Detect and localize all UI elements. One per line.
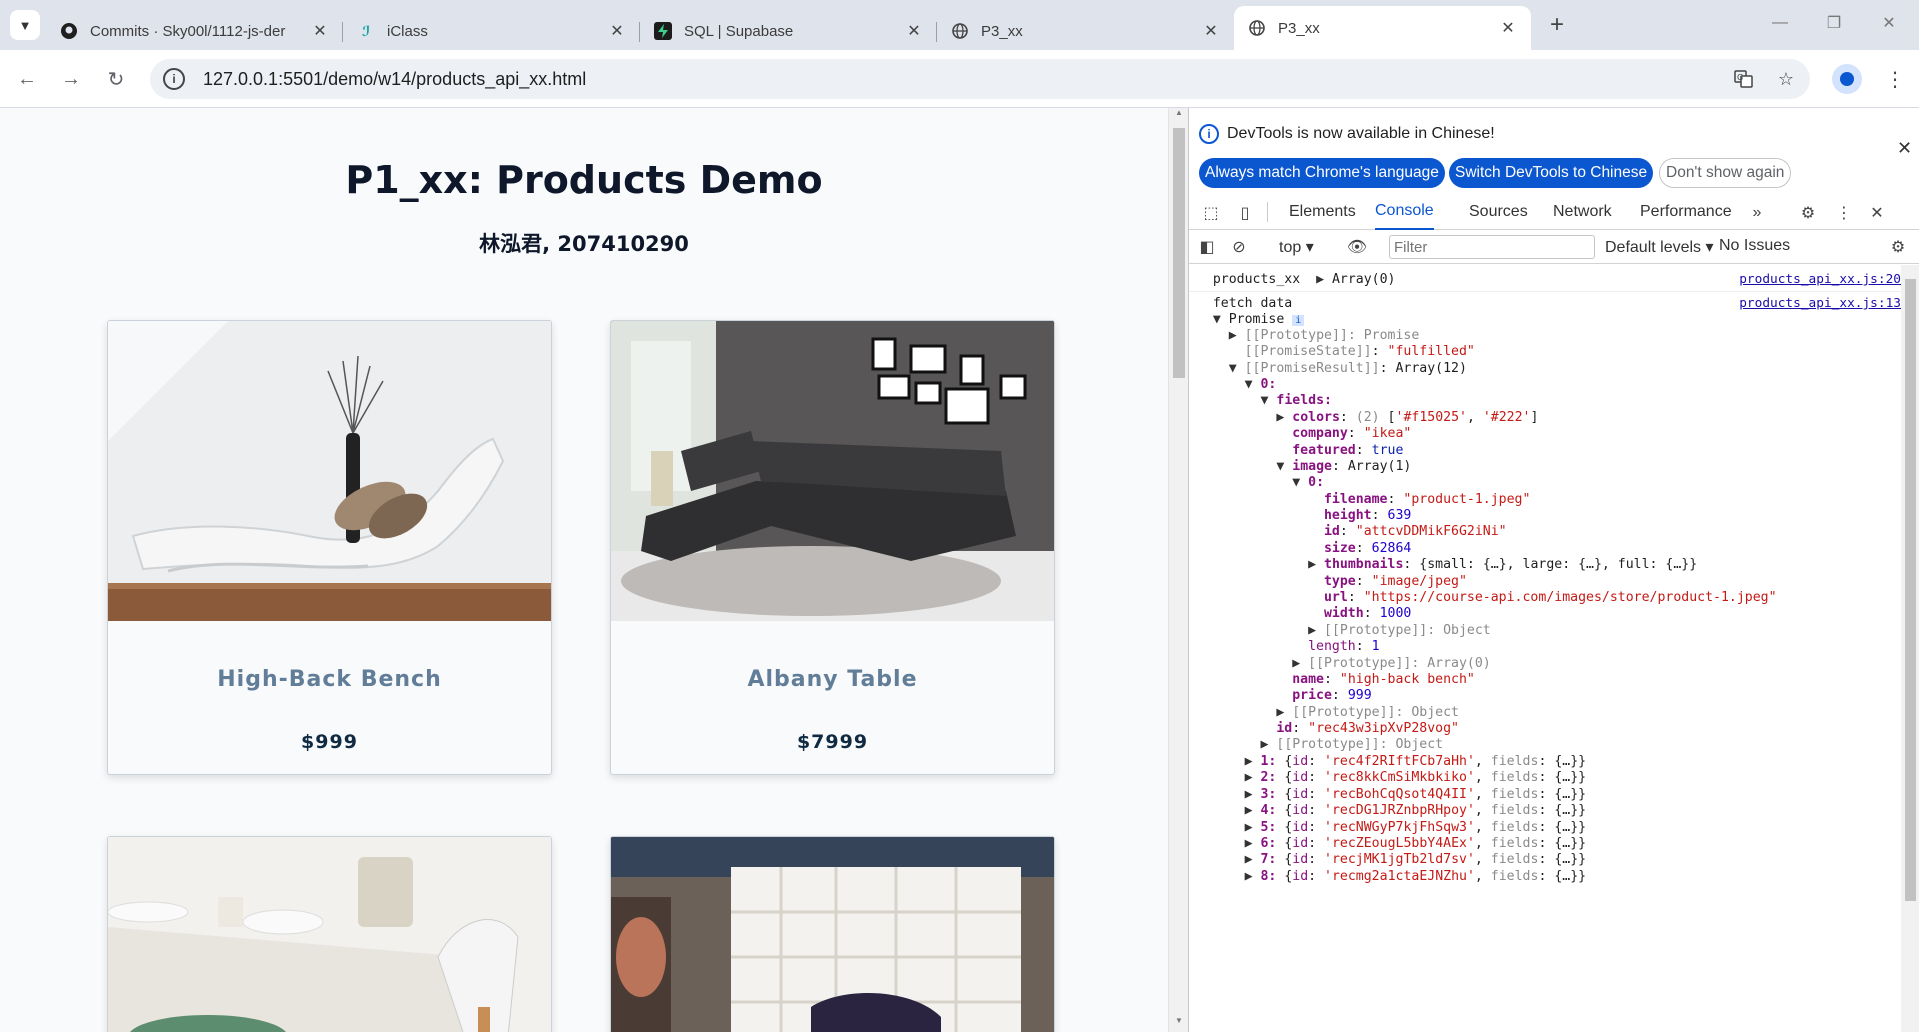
chevron-down-icon: ▼ — [18, 17, 32, 33]
translate-icon[interactable]: G — [1732, 67, 1756, 91]
page-title: P1_xx: Products Demo — [345, 158, 823, 202]
devtools-tabbar: ⬚ ▯ Elements Console Sources Network Per… — [1189, 194, 1919, 230]
device-toolbar-icon[interactable]: ▯ — [1233, 202, 1257, 224]
expand-triangle-icon[interactable]: ▶ — [1316, 272, 1324, 287]
banner-message: DevTools is now available in Chinese! — [1227, 125, 1495, 142]
product-card[interactable]: High-Back Bench $999 — [107, 320, 552, 775]
context-label: top — [1279, 239, 1302, 256]
forward-icon[interactable]: → — [56, 64, 86, 94]
record-row[interactable]: ▶ 8: {id: 'recmg2a1ctaEJNZhu', fields: {… — [1189, 867, 1901, 887]
menu-kebab-icon[interactable]: ⋮ — [1880, 64, 1910, 94]
close-banner-icon[interactable]: ✕ — [1897, 138, 1912, 159]
back-icon[interactable]: ← — [12, 64, 42, 94]
tab-title: iClass — [387, 22, 428, 40]
product-card[interactable] — [107, 836, 552, 1032]
tab-performance[interactable]: Performance — [1640, 194, 1732, 230]
reload-icon[interactable]: ↻ — [101, 64, 131, 94]
product-image — [611, 321, 1054, 621]
tab-title: SQL | Supabase — [684, 22, 794, 40]
tab-network[interactable]: Network — [1553, 194, 1612, 230]
console-output: products_xx ▶ Array(0) products_api_xx.js… — [1189, 265, 1901, 1032]
page-subtitle: 林泓君, 207410290 — [479, 232, 689, 256]
scrollbar-thumb[interactable] — [1905, 279, 1916, 901]
issues-count[interactable]: No Issues — [1719, 237, 1790, 255]
eye-icon[interactable]: 👁 — [1345, 236, 1369, 258]
product-image — [108, 321, 551, 621]
product-image — [611, 837, 1054, 1032]
close-icon[interactable]: ✕ — [1499, 19, 1517, 37]
scroll-down-icon[interactable]: ▼ — [1169, 1016, 1189, 1032]
browser-tab[interactable]: SQL | Supabase ✕ — [640, 12, 937, 50]
close-icon[interactable]: ✕ — [608, 22, 626, 40]
supabase-icon — [654, 22, 672, 40]
more-tabs-icon[interactable]: » — [1745, 202, 1769, 224]
inspect-element-icon[interactable]: ⬚ — [1199, 202, 1223, 224]
window-close-icon[interactable]: ✕ — [1859, 8, 1919, 38]
product-name: High-Back Bench — [217, 667, 442, 692]
devtools-panel: i DevTools is now available in Chinese! … — [1188, 108, 1919, 1032]
product-price: $7999 — [796, 731, 869, 753]
tab-title: P3_xx — [1278, 19, 1320, 37]
globe-icon — [951, 22, 969, 40]
tab-title: Commits · Sky00l/1112-js-der — [90, 22, 286, 40]
clear-console-icon[interactable]: ⊘ — [1227, 236, 1251, 258]
browser-tab[interactable]: P3_xx ✕ — [937, 12, 1234, 50]
match-language-button[interactable]: Always match Chrome's language — [1199, 158, 1445, 188]
sidebar-toggle-icon[interactable]: ◧ — [1195, 236, 1219, 258]
address-bar[interactable]: i 127.0.0.1:5501/demo/w14/products_api_x… — [150, 59, 1810, 99]
svg-text:G: G — [1737, 73, 1743, 82]
close-icon[interactable]: ✕ — [1202, 22, 1220, 40]
settings-gear-icon[interactable]: ⚙ — [1796, 202, 1820, 224]
close-icon[interactable]: ✕ — [905, 22, 923, 40]
scrollbar-thumb[interactable] — [1173, 128, 1185, 378]
close-devtools-icon[interactable]: ✕ — [1865, 202, 1889, 224]
devtools-menu-icon[interactable]: ⋮ — [1832, 202, 1856, 224]
iclass-icon: ℐ — [361, 22, 371, 39]
scroll-up-icon[interactable]: ▲ — [1169, 108, 1189, 124]
tab-console[interactable]: Console — [1375, 194, 1434, 230]
close-icon[interactable]: ✕ — [311, 22, 329, 40]
product-card[interactable] — [610, 836, 1055, 1032]
console-scrollbar[interactable] — [1901, 265, 1919, 1032]
console-filterbar: ◧ ⊘ top ▾ 👁 Default levels ▾ No Issues ⚙ — [1189, 230, 1919, 264]
product-image — [108, 837, 551, 1032]
browser-tab[interactable]: Commits · Sky00l/1112-js-der ✕ — [46, 12, 343, 50]
log-levels-dropdown[interactable]: Default levels ▾ — [1605, 237, 1714, 257]
page-scrollbar[interactable]: ▲ ▼ — [1168, 108, 1188, 1032]
bookmark-star-icon[interactable]: ☆ — [1774, 67, 1798, 91]
github-icon — [60, 22, 78, 40]
dont-show-again-button[interactable]: Don't show again — [1659, 158, 1792, 188]
browser-tab[interactable]: ℐ iClass ✕ — [343, 12, 640, 50]
source-link[interactable]: products_api_xx.js:20 — [1739, 270, 1901, 290]
product-name: Albany Table — [747, 667, 918, 692]
console-filter-input[interactable] — [1389, 235, 1595, 259]
address-url[interactable]: 127.0.0.1:5501/demo/w14/products_api_xx.… — [203, 69, 586, 90]
new-tab-button[interactable]: + — [1542, 10, 1572, 40]
switch-chinese-button[interactable]: Switch DevTools to Chinese — [1449, 158, 1654, 188]
tab-title: P3_xx — [981, 22, 1023, 40]
console-settings-gear-icon[interactable]: ⚙ — [1886, 236, 1910, 258]
profile-avatar[interactable] — [1832, 64, 1862, 94]
browser-tab-active[interactable]: P3_xx ✕ — [1234, 6, 1531, 50]
devtools-language-banner: i DevTools is now available in Chinese! … — [1189, 108, 1919, 194]
tab-search-button[interactable]: ▼ — [10, 10, 40, 40]
levels-label: Default levels — [1605, 239, 1702, 256]
globe-icon — [1248, 19, 1266, 37]
tab-sources[interactable]: Sources — [1469, 194, 1528, 230]
console-message: products_xx ▶ Array(0) products_api_xx.js… — [1189, 270, 1901, 290]
product-price: $999 — [301, 731, 358, 753]
site-info-icon[interactable]: i — [163, 68, 185, 90]
info-icon: i — [1199, 124, 1219, 144]
restore-icon[interactable]: ❐ — [1804, 8, 1864, 38]
page-viewport: P1_xx: Products Demo 林泓君, 207410290 High… — [0, 108, 1168, 1032]
browser-toolbar: ← → ↻ i 127.0.0.1:5501/demo/w14/products… — [0, 50, 1919, 108]
product-card[interactable]: Albany Table $7999 — [610, 320, 1055, 775]
tab-elements[interactable]: Elements — [1289, 194, 1356, 230]
browser-tab-strip: ▼ Commits · Sky00l/1112-js-der ✕ ℐ iClas… — [0, 0, 1919, 50]
minimize-icon[interactable]: — — [1750, 8, 1810, 38]
context-selector[interactable]: top ▾ — [1279, 237, 1314, 257]
